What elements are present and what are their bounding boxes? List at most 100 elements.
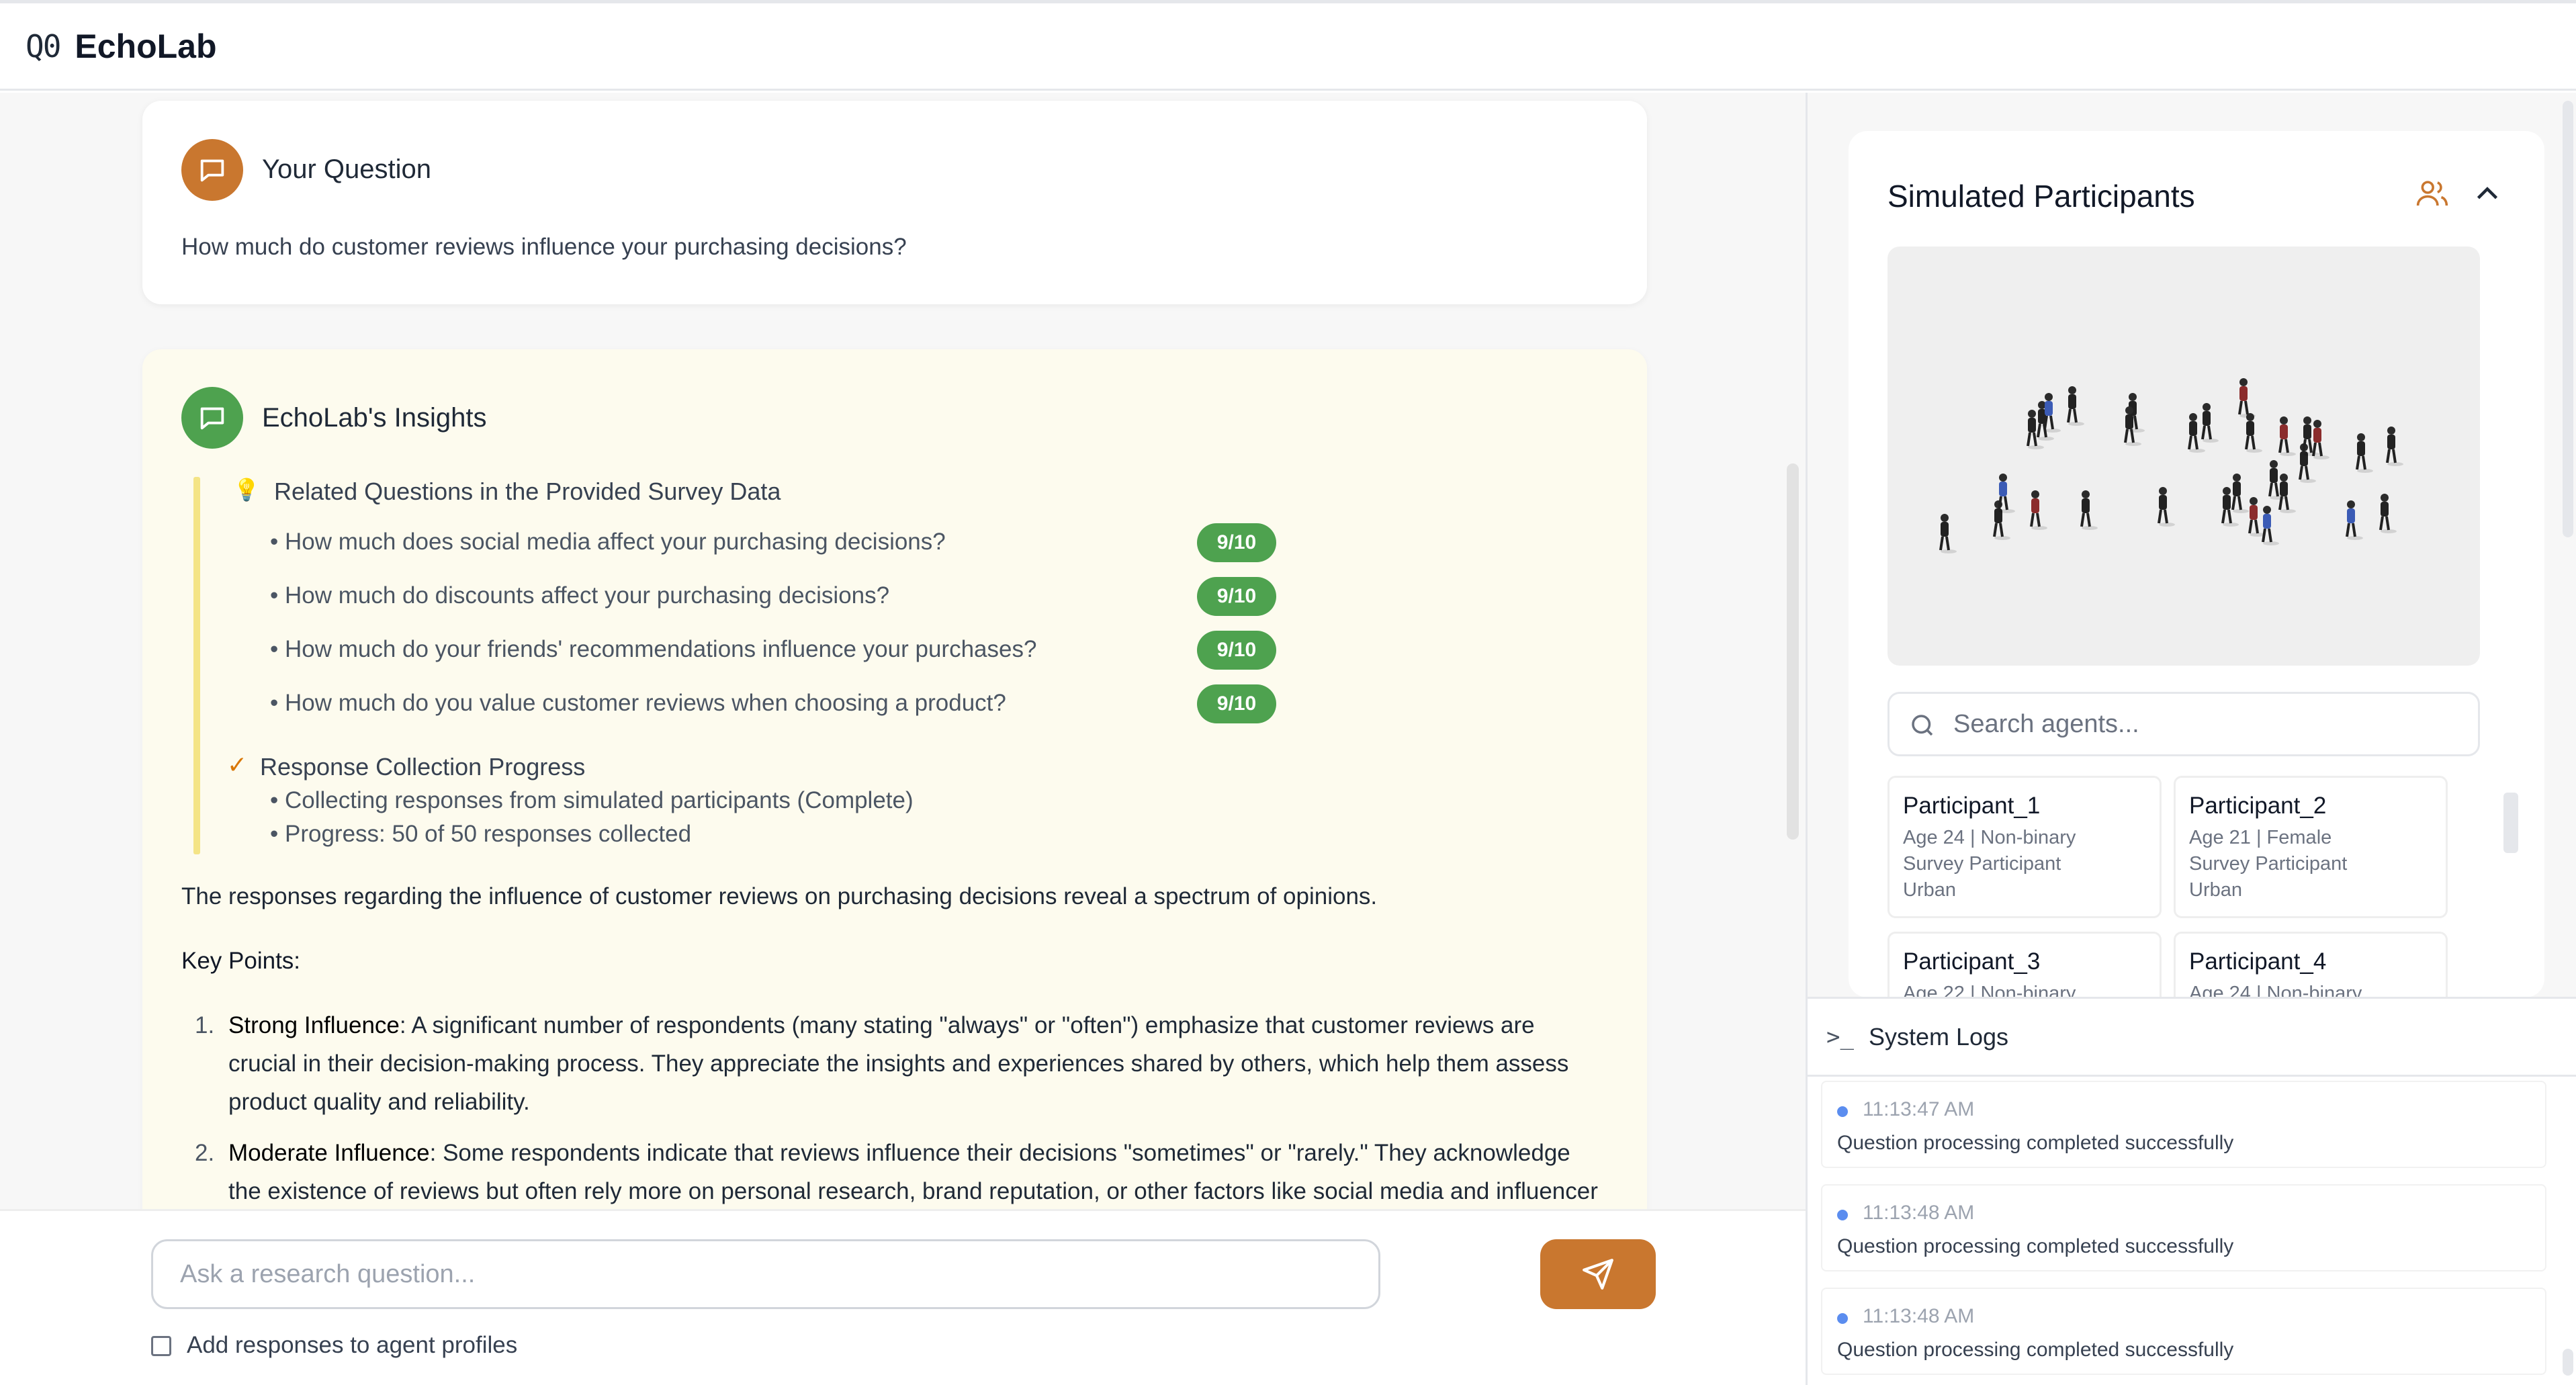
log-status-dot xyxy=(1837,1106,1848,1117)
related-question-item: • How much do discounts affect your purc… xyxy=(270,582,890,609)
crowd-person xyxy=(2379,494,2397,533)
question-input[interactable] xyxy=(151,1239,1380,1309)
agent-location: Urban xyxy=(2189,879,2242,901)
agent-list-scrollbar[interactable] xyxy=(2503,793,2518,853)
agent-card[interactable]: Participant_1 Age 24 | Non-binary Survey… xyxy=(1887,776,2162,918)
side-panel-scrollbar[interactable] xyxy=(2563,101,2573,537)
insights-card: EchoLab's Insights 💡 Related Questions i… xyxy=(142,349,1647,1290)
insights-title: EchoLab's Insights xyxy=(262,403,487,433)
send-button[interactable] xyxy=(1540,1239,1656,1309)
log-entry: 11:13:47 AM Question processing complete… xyxy=(1821,1081,2546,1168)
key-point-1: Strong Influence: A significant number o… xyxy=(228,1006,1599,1121)
insights-accent-bar xyxy=(193,477,200,854)
add-to-profiles-label: Add responses to agent profiles xyxy=(187,1332,518,1358)
logs-scrollbar[interactable] xyxy=(2563,1349,2573,1376)
agent-search-box xyxy=(1887,692,2480,756)
progress-line: • Progress: 50 of 50 responses collected xyxy=(270,821,692,847)
point-number: 2. xyxy=(195,1140,215,1166)
relevance-score-badge: 9/10 xyxy=(1197,523,1276,562)
agent-role: Survey Participant xyxy=(2189,853,2348,875)
question-title: Your Question xyxy=(262,154,432,184)
participants-card: Simulated Participants Participant_1 Age… xyxy=(1849,131,2544,997)
log-status-dot xyxy=(1837,1313,1848,1324)
crowd-person xyxy=(2278,474,2296,513)
search-icon xyxy=(1912,715,1933,736)
participants-crowd-image xyxy=(1887,247,2480,666)
crowd-person xyxy=(2278,416,2296,456)
participants-actions xyxy=(2414,175,2505,212)
relevance-score-badge: 9/10 xyxy=(1197,684,1276,723)
crowd-person xyxy=(2346,500,2363,540)
agent-card[interactable]: Participant_4 Age 24 | Non-binary xyxy=(2174,932,2448,997)
key-point-2: Moderate Influence: Some respondents ind… xyxy=(228,1134,1599,1210)
key-point-heading: Moderate Influence xyxy=(228,1140,430,1166)
relevance-score-badge: 9/10 xyxy=(1197,631,1276,670)
relevance-score-badge: 9/10 xyxy=(1197,577,1276,616)
agent-demographics: Age 24 | Non-binary xyxy=(2189,983,2362,997)
crowd-person xyxy=(2245,413,2262,453)
related-question-item: • How much do your friends' recommendati… xyxy=(270,636,1037,662)
agent-card[interactable]: Participant_3 Age 22 | Non-binary xyxy=(1887,932,2162,997)
question-card: Your Question How much do customer revie… xyxy=(142,101,1647,304)
crowd-person xyxy=(1993,500,2010,540)
crowd-person xyxy=(2201,403,2219,443)
insights-summary: The responses regarding the influence of… xyxy=(181,883,1378,909)
insights-chat-icon xyxy=(181,387,243,449)
chevron-up-icon[interactable] xyxy=(2469,175,2505,212)
agent-demographics: Age 21 | Female xyxy=(2189,827,2332,848)
agent-location: Urban xyxy=(1903,879,1956,901)
crowd-person xyxy=(2262,506,2279,545)
send-icon xyxy=(1583,1259,1613,1290)
crowd-person xyxy=(2043,393,2061,433)
crowd-person xyxy=(2030,490,2047,530)
lightbulb-icon: 💡 xyxy=(233,478,260,502)
log-status-dot xyxy=(1837,1210,1848,1220)
agent-name: Participant_3 xyxy=(1903,948,2041,975)
log-message: Question processing completed successful… xyxy=(1837,1132,2234,1154)
agent-search-input[interactable] xyxy=(1953,701,2464,748)
agent-name: Participant_2 xyxy=(2189,793,2327,819)
log-entry: 11:13:48 AM Question processing complete… xyxy=(1821,1184,2546,1271)
log-entry: 11:13:48 AM Question processing complete… xyxy=(1821,1288,2546,1375)
log-message: Question processing completed successful… xyxy=(1837,1235,2234,1257)
crowd-person xyxy=(1998,474,2015,513)
system-logs-header[interactable]: >_ System Logs xyxy=(1808,999,2576,1077)
app-title: EchoLab xyxy=(75,27,217,65)
log-message: Question processing completed successful… xyxy=(1837,1339,2234,1361)
question-text: How much do customer reviews influence y… xyxy=(181,234,907,260)
key-point-text: : A significant number of respondents (m… xyxy=(228,1012,1569,1115)
log-time: 11:13:48 AM xyxy=(1863,1202,1975,1224)
system-logs-panel: >_ System Logs 11:13:47 AM Question proc… xyxy=(1808,997,2576,1385)
crowd-person xyxy=(2238,378,2256,418)
participants-title: Simulated Participants xyxy=(1887,179,2195,214)
checkmark-icon: ✓ xyxy=(227,751,248,778)
system-logs-title: System Logs xyxy=(1868,1022,2009,1051)
question-chat-icon xyxy=(181,139,243,201)
agent-card[interactable]: Participant_2 Age 21 | Female Survey Par… xyxy=(2174,776,2448,918)
agent-name: Participant_4 xyxy=(2189,948,2327,975)
crowd-person xyxy=(1939,514,1957,553)
agent-name: Participant_1 xyxy=(1903,793,2041,819)
crowd-person xyxy=(2231,474,2249,513)
crowd-person xyxy=(2356,433,2373,473)
log-time: 11:13:48 AM xyxy=(1863,1305,1975,1327)
related-questions-title: Related Questions in the Provided Survey… xyxy=(274,478,781,505)
crowd-person xyxy=(2080,490,2098,530)
related-question-item: • How much do you value customer reviews… xyxy=(270,690,1006,716)
agent-demographics: Age 24 | Non-binary xyxy=(1903,827,2076,848)
composer: Add responses to agent profiles xyxy=(0,1209,1806,1385)
agent-list: Participant_1 Age 24 | Non-binary Survey… xyxy=(1887,776,2480,997)
conversation-scrollbar[interactable] xyxy=(1787,463,1799,840)
crowd-person xyxy=(2158,487,2175,527)
progress-line: • Collecting responses from simulated pa… xyxy=(270,787,914,813)
related-question-item: • How much does social media affect your… xyxy=(270,529,946,555)
app-logo-icon: Q0 xyxy=(26,28,61,64)
progress-title: Response Collection Progress xyxy=(260,753,586,780)
key-point-text: : Some respondents indicate that reviews… xyxy=(228,1140,1598,1204)
crowd-person xyxy=(2067,386,2084,426)
add-to-profiles-checkbox[interactable] xyxy=(151,1336,171,1356)
users-icon[interactable] xyxy=(2414,175,2450,212)
agent-role: Survey Participant xyxy=(1903,853,2061,875)
log-time: 11:13:47 AM xyxy=(1863,1098,1975,1120)
terminal-icon: >_ xyxy=(1826,1023,1854,1051)
